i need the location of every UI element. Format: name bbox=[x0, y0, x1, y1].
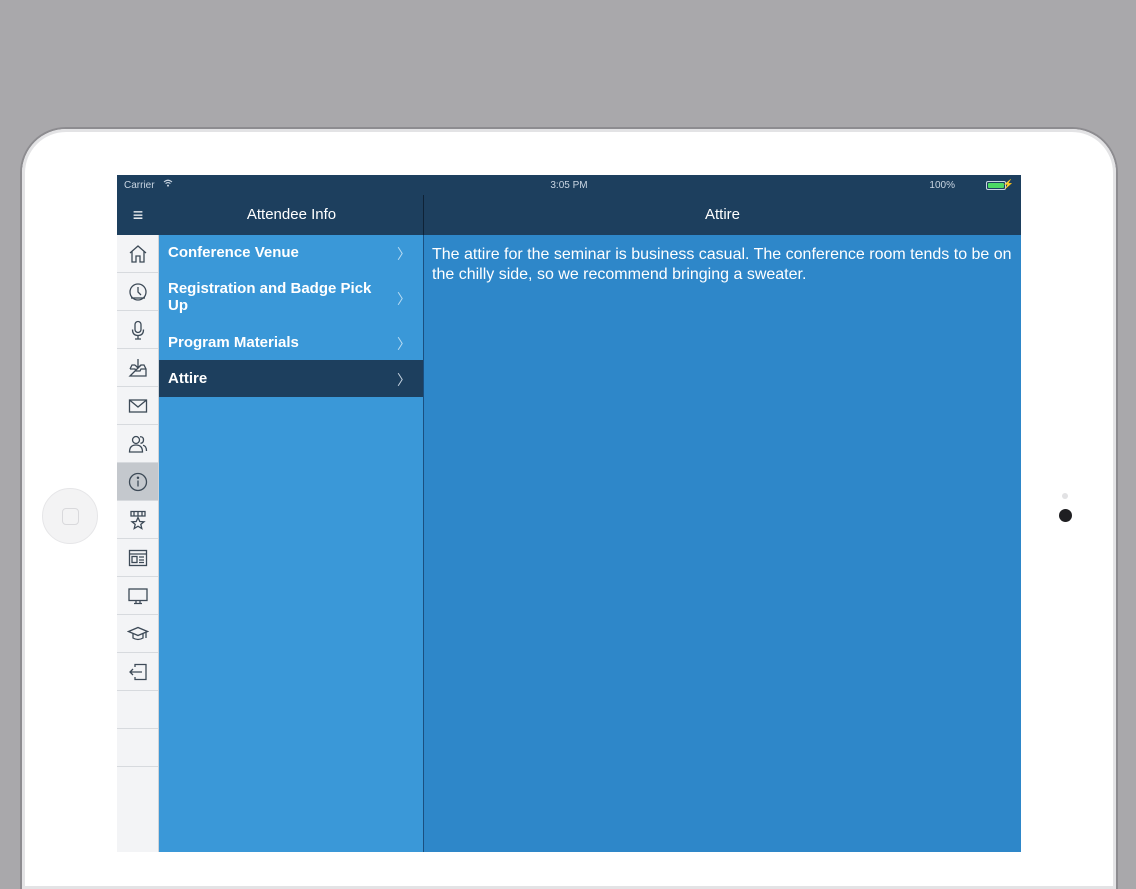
microphone-icon bbox=[131, 320, 144, 340]
battery-percent: 100% bbox=[929, 180, 955, 191]
graduation-cap-icon bbox=[126, 626, 149, 640]
logout-icon bbox=[128, 663, 147, 680]
rail-item-education[interactable] bbox=[117, 615, 158, 653]
detail-pane: The attire for the seminar is business c… bbox=[424, 235, 1021, 852]
hamburger-menu-button[interactable]: ≡ bbox=[117, 195, 159, 235]
rail-item-speakers[interactable] bbox=[117, 311, 158, 349]
clock-icon bbox=[128, 282, 147, 301]
rail-item-downloads[interactable] bbox=[117, 349, 158, 387]
rail-item-home[interactable] bbox=[117, 235, 158, 273]
home-button[interactable] bbox=[42, 488, 98, 544]
ribbon-star-icon bbox=[129, 510, 146, 530]
rail-item-logout[interactable] bbox=[117, 653, 158, 691]
chevron-right-icon: 〉 bbox=[397, 245, 411, 262]
rail-empty-slot bbox=[117, 729, 158, 767]
list-item-registration[interactable]: Registration and Badge Pick Up 〉 bbox=[159, 270, 423, 325]
rail-item-attendee-info[interactable] bbox=[117, 463, 158, 501]
chevron-right-icon: 〉 bbox=[397, 290, 411, 307]
status-bar: Carrier 3:05 PM 100% ⚡ bbox=[117, 175, 1021, 195]
inbox-download-icon bbox=[127, 358, 147, 377]
rail-item-messages[interactable] bbox=[117, 387, 158, 425]
rail-item-attendees[interactable] bbox=[117, 425, 158, 463]
hamburger-menu-icon: ≡ bbox=[132, 205, 144, 225]
list-item-label: Program Materials bbox=[168, 334, 299, 351]
people-icon bbox=[128, 435, 147, 453]
app-screen: Carrier 3:05 PM 100% ⚡ ≡ Attendee Info A… bbox=[117, 175, 1021, 852]
charging-icon: ⚡ bbox=[1002, 179, 1014, 189]
navigation-bar: ≡ Attendee Info Attire bbox=[117, 195, 1021, 236]
browser-window-icon bbox=[128, 549, 147, 566]
rail-item-schedule[interactable] bbox=[117, 273, 158, 311]
icon-rail bbox=[117, 235, 159, 852]
list-item-label: Registration and Badge Pick Up bbox=[168, 280, 372, 314]
monitor-icon bbox=[127, 587, 148, 604]
camera bbox=[1059, 509, 1072, 522]
master-list: Conference Venue 〉 Registration and Badg… bbox=[159, 235, 423, 852]
envelope-icon bbox=[128, 398, 147, 413]
detail-title: Attire bbox=[704, 206, 740, 223]
master-title: Attendee Info bbox=[246, 206, 337, 223]
detail-body-text: The attire for the seminar is business c… bbox=[432, 246, 1012, 283]
home-icon bbox=[129, 244, 146, 263]
list-item-label: Conference Venue bbox=[168, 244, 299, 261]
rail-empty-slot bbox=[117, 691, 158, 729]
rail-item-presentations[interactable] bbox=[117, 577, 158, 615]
chevron-right-icon: 〉 bbox=[397, 335, 411, 352]
ambient-sensor bbox=[1062, 493, 1068, 499]
status-time: 3:05 PM bbox=[550, 180, 588, 191]
list-item-label: Attire bbox=[168, 370, 208, 387]
rail-item-exhibitors[interactable] bbox=[117, 539, 158, 577]
chevron-right-icon: 〉 bbox=[397, 371, 411, 388]
rail-item-sponsors[interactable] bbox=[117, 501, 158, 539]
list-item-program-materials[interactable]: Program Materials 〉 bbox=[159, 325, 423, 360]
list-item-conference-venue[interactable]: Conference Venue 〉 bbox=[159, 235, 423, 270]
info-icon bbox=[128, 472, 147, 491]
list-item-attire[interactable]: Attire 〉 bbox=[159, 360, 423, 397]
